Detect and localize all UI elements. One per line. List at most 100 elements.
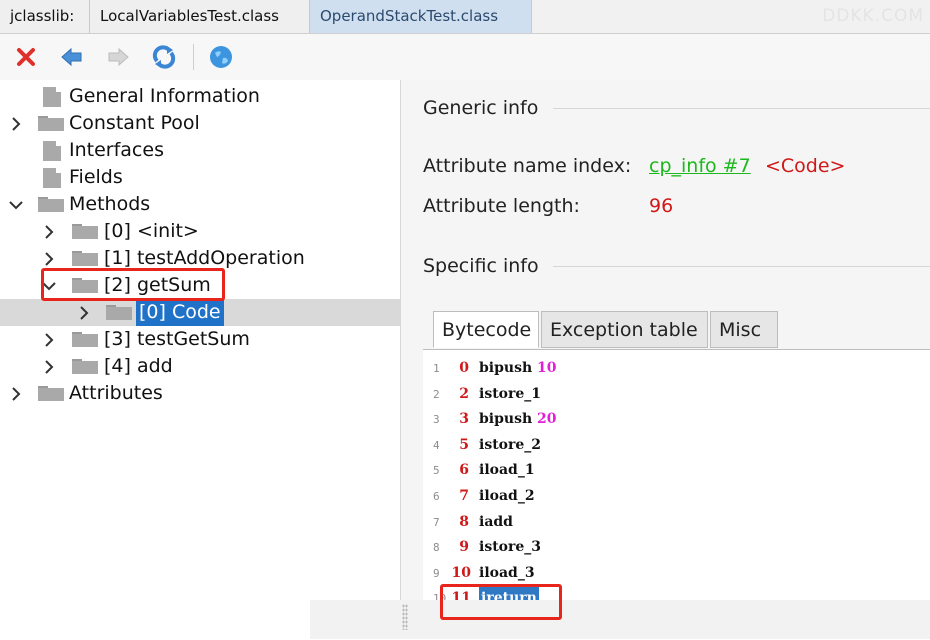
line-number: 4 [433, 438, 440, 452]
annotation-highlight-box [41, 268, 225, 301]
tab-exception-table[interactable]: Exception table [541, 311, 708, 348]
reload-icon[interactable] [149, 42, 179, 72]
bytecode-instruction: istore_3 [479, 539, 542, 556]
section-title: Generic info [423, 97, 539, 119]
bytecode-instruction: iload_2 [479, 488, 535, 504]
bytecode-offset: 2 [459, 385, 469, 402]
bytecode-offset: 9 [459, 539, 469, 556]
tree-node-method-add[interactable]: [4] add [0, 353, 400, 380]
forward-icon[interactable] [103, 42, 133, 72]
toolbar-separator [193, 44, 194, 70]
bytecode-offset: 5 [459, 436, 469, 453]
section-title: Specific info [423, 255, 539, 277]
chevron-down-icon[interactable] [8, 191, 24, 218]
bytecode-line: 7 8 iadd [423, 510, 930, 535]
folder-icon [38, 197, 64, 212]
app-label: jclasslib: [0, 0, 90, 33]
toolbar [0, 34, 930, 80]
folder-icon [72, 332, 98, 347]
bytecode-line: 3 3 bipush 20 [423, 407, 930, 432]
bytecode-line: 8 9 istore_3 [423, 535, 930, 560]
attribute-name-value: <Code> [765, 155, 846, 177]
tree-node-interfaces[interactable]: Interfaces [0, 137, 400, 164]
cp-info-link[interactable]: cp_info #7 [649, 155, 751, 177]
line-number: 3 [433, 413, 440, 427]
bytecode-instruction: iload_1 [479, 462, 535, 479]
file-icon [43, 141, 61, 161]
class-tree: General Information Constant Pool Interf… [0, 80, 401, 639]
line-number: 6 [433, 490, 440, 503]
tree-node-label: General Information [69, 85, 260, 107]
file-icon [43, 87, 61, 107]
line-number: 9 [433, 566, 440, 580]
detail-panel: Generic info Attribute name index: cp_in… [401, 80, 930, 640]
bytecode-line: 4 5 istore_2 [423, 433, 930, 458]
bytecode-instruction: istore_2 [479, 436, 542, 453]
tree-node-label: Constant Pool [69, 112, 200, 134]
watermark: DDKK.COM [822, 6, 924, 26]
tree-node-methods[interactable]: Methods [0, 191, 400, 218]
tree-node-method-init[interactable]: [0] <init> [0, 218, 400, 245]
tree-node-label: [0] Code [136, 299, 224, 326]
chevron-right-icon[interactable] [41, 218, 57, 245]
bytecode-line: 1 0 bipush 10 [423, 356, 930, 381]
tree-node-general-information[interactable]: General Information [0, 83, 400, 110]
chevron-right-icon[interactable] [76, 299, 92, 326]
back-icon[interactable] [57, 42, 87, 72]
folder-icon [72, 359, 98, 374]
tree-node-label: [4] add [104, 355, 173, 377]
bytecode-offset: 10 [451, 564, 471, 581]
tree-node-constant-pool[interactable]: Constant Pool [0, 110, 400, 137]
section-divider [553, 266, 930, 267]
tab-bar: jclasslib: LocalVariablesTest.class Oper… [0, 0, 930, 34]
bytecode-argument: 20 [537, 411, 557, 428]
attribute-length-label: Attribute length: [423, 195, 580, 217]
bytecode-line: 6 7 iload_2 [423, 484, 930, 509]
tree-node-label: Fields [69, 166, 123, 188]
chevron-right-icon[interactable] [8, 110, 24, 137]
splitter-grip[interactable] [402, 604, 408, 630]
bytecode-instruction: iload_3 [479, 564, 535, 581]
attribute-length-value: 96 [649, 195, 674, 217]
bytecode-argument: 10 [537, 360, 557, 376]
tree-node-attributes[interactable]: Attributes [0, 380, 400, 407]
close-icon[interactable] [11, 42, 41, 72]
tree-node-fields[interactable]: Fields [0, 164, 400, 191]
bytecode-instruction: iadd [479, 513, 513, 530]
file-icon [43, 168, 61, 188]
line-number: 2 [433, 387, 440, 401]
tab-local-variables-test[interactable]: LocalVariablesTest.class [90, 0, 310, 33]
bytecode-instruction: istore_1 [479, 385, 542, 402]
tab-operand-stack-test[interactable]: OperandStackTest.class [310, 0, 532, 33]
section-divider [553, 108, 930, 109]
bytecode-instruction: bipush 20 [479, 411, 557, 428]
folder-icon [38, 116, 64, 131]
tree-node-label: [3] testGetSum [104, 328, 250, 350]
line-number: 5 [433, 464, 440, 478]
line-number: 7 [433, 515, 440, 529]
tab-bytecode[interactable]: Bytecode [433, 311, 539, 348]
bytecode-line: 9 10 iload_3 [423, 561, 930, 586]
folder-icon [106, 305, 132, 320]
tree-node-label: Methods [69, 193, 151, 215]
tree-node-label: Attributes [69, 382, 163, 404]
tree-node-code[interactable]: [0] Code [0, 299, 400, 326]
chevron-right-icon[interactable] [41, 353, 57, 380]
bytecode-offset: 0 [459, 360, 469, 376]
bytecode-offset: 7 [459, 488, 469, 504]
bytecode-line: 2 2 istore_1 [423, 382, 930, 407]
annotation-highlight-box [440, 584, 562, 620]
attribute-name-index-label: Attribute name index: [423, 155, 632, 177]
chevron-right-icon[interactable] [8, 380, 24, 407]
line-number: 1 [433, 362, 440, 375]
folder-icon [72, 251, 98, 266]
bytecode-offset: 8 [459, 513, 469, 530]
bytecode-instruction: bipush 10 [479, 360, 557, 376]
tree-node-method-testgetsum[interactable]: [3] testGetSum [0, 326, 400, 353]
bytecode-offset: 6 [459, 462, 469, 479]
chevron-right-icon[interactable] [41, 326, 57, 353]
web-icon[interactable] [206, 42, 236, 72]
folder-icon [72, 224, 98, 239]
folder-icon [38, 386, 64, 401]
tab-misc[interactable]: Misc [710, 311, 778, 348]
